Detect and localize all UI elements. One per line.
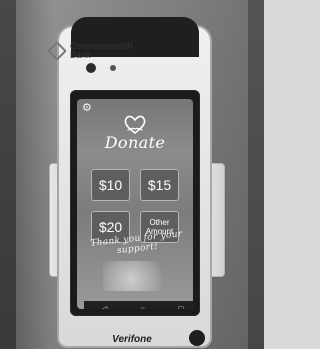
commonwealth-bank-logo-icon xyxy=(47,41,67,61)
bank-brand: Commonwealth Bank xyxy=(47,41,170,61)
bank-name-line-2: Bank xyxy=(70,50,91,60)
donation-screen: ⚙ Donate $10 $15 $20 Other Amount Thank … xyxy=(77,99,193,309)
camera-lens xyxy=(86,63,96,73)
sensor xyxy=(110,65,116,71)
heart-hands-icon xyxy=(124,115,146,135)
android-nav-bar: ◁ ○ □ xyxy=(84,301,193,309)
amount-15-button[interactable]: $15 xyxy=(140,169,179,201)
donate-logo: Donate xyxy=(77,113,193,152)
power-button[interactable] xyxy=(189,330,205,346)
device-brand: Verifone xyxy=(112,334,152,345)
gear-icon[interactable]: ⚙ xyxy=(82,103,92,114)
back-icon[interactable]: ◁ xyxy=(100,304,107,309)
donate-title: Donate xyxy=(104,133,166,152)
bank-name: Commonwealth Bank xyxy=(70,42,133,60)
recent-apps-icon[interactable]: □ xyxy=(178,304,183,309)
amount-10-button[interactable]: $10 xyxy=(91,169,130,201)
hands-image xyxy=(103,261,173,291)
terminal-screen-bezel: ⚙ Donate $10 $15 $20 Other Amount Thank … xyxy=(70,90,200,316)
home-icon[interactable]: ○ xyxy=(140,304,145,309)
